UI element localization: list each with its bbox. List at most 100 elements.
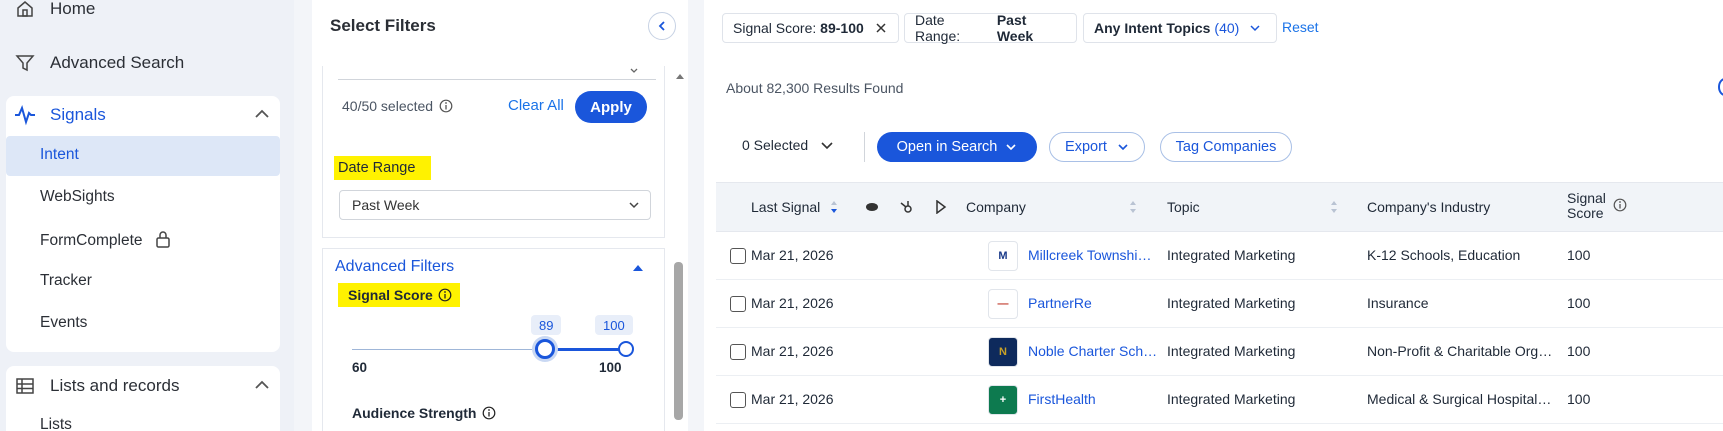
sort-icon[interactable] (830, 200, 838, 214)
row-industry: Medical & Surgical Hospitals,... (1367, 391, 1557, 407)
chevron-up-icon[interactable] (254, 106, 270, 122)
scroll-up-arrow-icon[interactable] (675, 72, 685, 80)
nav-home[interactable]: Home (14, 0, 95, 20)
nav-advanced-search[interactable]: Advanced Search (14, 52, 184, 74)
audience-strength-text: Audience Strength (352, 405, 477, 421)
nav-events[interactable]: Events (40, 314, 87, 332)
chevron-down-icon (1006, 144, 1016, 151)
company-logo: — (988, 289, 1018, 319)
collapse-panel-button[interactable] (648, 12, 676, 40)
chevron-down-icon (1250, 25, 1260, 32)
selected-dropdown[interactable]: 0 Selected (742, 137, 834, 153)
table-row[interactable]: Mar 21, 2026 N Noble Charter Schools Int… (716, 328, 1723, 376)
date-range-select[interactable]: Past Week (339, 190, 651, 220)
th-signal-score-line2: Score (1567, 205, 1604, 221)
info-icon[interactable] (1613, 198, 1627, 212)
row-topic: Integrated Marketing (1167, 247, 1296, 263)
scrollbar-thumb[interactable] (674, 262, 683, 420)
open-in-search-button[interactable]: Open in Search (877, 132, 1037, 162)
export-button[interactable]: Export (1049, 132, 1145, 162)
company-link[interactable]: FirstHealth (1028, 391, 1158, 407)
sort-icon[interactable] (1330, 200, 1338, 214)
reset-link[interactable]: Reset (1282, 19, 1319, 35)
chip-signal-score[interactable]: Signal Score: 89-100 (722, 13, 899, 43)
slider-min-value: 89 (531, 315, 562, 335)
selected-count-text: 40/50 selected (342, 98, 434, 114)
nav-intent[interactable]: Intent (40, 146, 79, 164)
th-signal-score[interactable]: Signal Score (1567, 191, 1606, 221)
table-row[interactable]: Mar 21, 2026 + FirstHealth Integrated Ma… (716, 376, 1723, 424)
company-link[interactable]: Noble Charter Schools (1028, 343, 1163, 359)
apply-button[interactable]: Apply (575, 91, 647, 123)
th-topic[interactable]: Topic (1167, 199, 1200, 215)
row-score: 100 (1567, 247, 1591, 263)
play-icon[interactable] (935, 200, 947, 214)
caret-up-icon[interactable] (632, 264, 644, 272)
nav-lists[interactable]: Lists (40, 416, 72, 431)
pulse-icon (14, 104, 36, 126)
signal-score-label: Signal Score (338, 283, 460, 307)
row-checkbox[interactable] (730, 392, 746, 408)
chevron-up-icon[interactable] (254, 377, 270, 393)
row-score: 100 (1567, 391, 1591, 407)
chip-signal-score-key: Signal Score: (733, 20, 817, 36)
slider-max-handle[interactable] (618, 341, 634, 357)
nav-formcomplete[interactable]: FormComplete (40, 230, 171, 250)
slider-max-value: 100 (595, 315, 633, 335)
company-link[interactable]: Millcreek Township Sc... (1028, 247, 1158, 263)
th-signal-score-line1: Signal (1567, 190, 1606, 206)
chevron-down-icon (630, 68, 638, 73)
results-count: About 82,300 Results Found (726, 80, 904, 96)
nav-websights[interactable]: WebSights (40, 188, 115, 206)
close-icon[interactable] (876, 23, 886, 33)
info-icon[interactable] (1718, 78, 1723, 96)
table-row[interactable]: Mar 21, 2026 M Millcreek Township Sc... … (716, 232, 1723, 280)
chip-signal-score-value: 89-100 (820, 20, 864, 36)
company-link[interactable]: PartnerRe (1028, 295, 1158, 311)
sort-icon[interactable] (1129, 200, 1137, 214)
slider-scale-max: 100 (599, 360, 622, 375)
row-industry: K-12 Schools, Education (1367, 247, 1521, 263)
left-nav: Home Advanced Search Signals Intent WebS… (0, 0, 294, 431)
advanced-filters-title[interactable]: Advanced Filters (335, 258, 454, 276)
row-date: Mar 21, 2026 (751, 295, 834, 311)
lock-icon (156, 231, 170, 248)
hubspot-icon[interactable] (899, 200, 913, 214)
th-last-signal[interactable]: Last Signal (751, 199, 820, 215)
row-checkbox[interactable] (730, 344, 746, 360)
info-icon (439, 99, 453, 113)
date-range-value: Past Week (352, 197, 420, 213)
selected-count: 40/50 selected (342, 98, 453, 114)
row-checkbox[interactable] (730, 248, 746, 264)
chevron-left-icon (658, 21, 665, 31)
info-icon (438, 288, 452, 302)
table-row[interactable]: Mar 21, 2026 — PartnerRe Integrated Mark… (716, 280, 1723, 328)
filter-panel: Select Filters 40/50 selected Clear All … (312, 0, 688, 431)
results-main: Signal Score: 89-100 Date Range: Past We… (704, 0, 1723, 431)
row-topic: Integrated Marketing (1167, 343, 1296, 359)
nav-formcomplete-label: FormComplete (40, 232, 143, 249)
chip-date-range-key: Date Range: (915, 12, 961, 44)
row-checkbox[interactable] (730, 296, 746, 312)
table-header: Last Signal Company Topic Company's Indu… (716, 182, 1723, 232)
nav-signals[interactable]: Signals (14, 104, 106, 126)
toolbar-divider (864, 132, 865, 162)
slider-min-handle[interactable] (535, 339, 555, 359)
handshake-icon[interactable] (865, 201, 879, 213)
company-logo: N (988, 337, 1018, 367)
date-range-label: Date Range (334, 156, 432, 180)
table-icon (14, 375, 36, 397)
topics-dropdown[interactable] (338, 62, 656, 80)
tag-companies-button[interactable]: Tag Companies (1160, 132, 1292, 162)
th-company[interactable]: Company (966, 199, 1026, 215)
nav-tracker[interactable]: Tracker (40, 272, 92, 290)
th-industry[interactable]: Company's Industry (1367, 199, 1490, 215)
nav-lists-records[interactable]: Lists and records (14, 375, 179, 397)
chip-date-range-value: Past Week (996, 12, 1034, 44)
row-date: Mar 21, 2026 (751, 343, 834, 359)
chip-date-range[interactable]: Date Range: Past Week (904, 12, 1077, 44)
chip-intent-topics[interactable]: Any Intent Topics (40) (1083, 13, 1277, 43)
slider-range-fill (545, 348, 626, 351)
row-topic: Integrated Marketing (1167, 295, 1296, 311)
clear-all-link[interactable]: Clear All (508, 97, 564, 114)
